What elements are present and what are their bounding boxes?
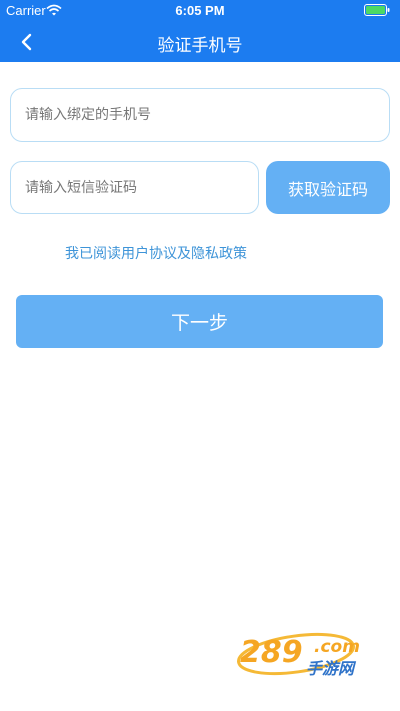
status-time: 6:05 PM [175, 3, 225, 18]
svg-text:手游网: 手游网 [306, 659, 357, 678]
next-button[interactable]: 下一步 [16, 295, 383, 348]
sms-code-field[interactable] [10, 161, 259, 214]
phone-field[interactable] [10, 88, 390, 142]
agreement-link[interactable]: 我已阅读用户协议及隐私政策 [0, 243, 312, 263]
phone-input[interactable] [23, 106, 377, 124]
app-header: Carrier 6:05 PM 验证手机号 [0, 0, 400, 62]
nav-bar: 验证手机号 [0, 22, 400, 62]
status-bar: Carrier 6:05 PM [0, 0, 400, 22]
site-watermark-logo: 289 .com 手游网 [237, 632, 360, 678]
svg-text:289: 289 [240, 635, 303, 670]
svg-text:.com: .com [314, 637, 360, 657]
page-title: 验证手机号 [157, 36, 243, 56]
battery-icon [364, 4, 390, 16]
get-code-button[interactable]: 获取验证码 [266, 161, 390, 214]
sms-code-input[interactable] [23, 178, 246, 197]
